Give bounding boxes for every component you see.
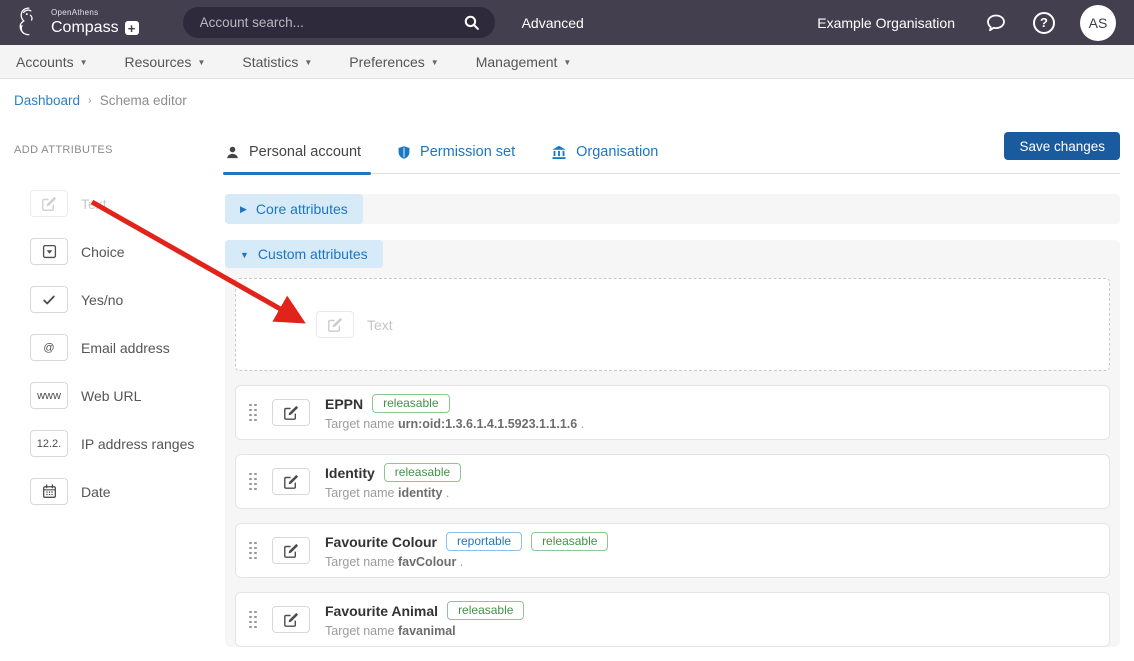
openathens-owl-icon (12, 4, 44, 41)
advanced-search-link[interactable]: Advanced (522, 15, 584, 31)
breadcrumb: Dashboard › Schema editor (0, 79, 1134, 118)
person-icon (225, 145, 240, 160)
collapsed-icon: ▶ (240, 203, 247, 215)
save-changes-button[interactable]: Save changes (1004, 132, 1120, 160)
dragged-attribute-ghost: Text (316, 311, 393, 338)
caret-down-icon: ▼ (563, 56, 571, 67)
account-search (183, 7, 495, 38)
nav-item-preferences[interactable]: Preferences ▼ (349, 54, 438, 70)
nav-item-statistics[interactable]: Statistics ▼ (242, 54, 312, 70)
attribute-title: Favourite Animal (325, 603, 438, 619)
attribute-type-ip-address-ranges[interactable]: 12.2. IP address ranges (30, 430, 225, 457)
edit-icon (283, 543, 299, 559)
custom-attributes-section: ▼ Custom attributes Text (225, 240, 1120, 647)
custom-attributes-toggle[interactable]: ▼ Custom attributes (225, 240, 383, 268)
account-search-input[interactable] (183, 7, 495, 38)
attribute-type-email-address[interactable]: @ Email address (30, 334, 225, 361)
attribute-title: EPPN (325, 396, 363, 412)
attribute-card-identity[interactable]: Identity releasable Target name identity… (235, 454, 1110, 509)
attribute-type-text[interactable]: Text (30, 190, 225, 217)
attribute-card-favourite-colour[interactable]: Favourite Colour reportable releasable Ta… (235, 523, 1110, 578)
type-box-text: 12.2. (37, 438, 61, 450)
edit-icon (283, 474, 299, 490)
main-nav: Accounts ▼ Resources ▼ Statistics ▼ Pref… (0, 45, 1134, 79)
core-attributes-toggle[interactable]: ▶ Core attributes (225, 194, 363, 224)
attribute-dropzone[interactable]: Text (235, 278, 1110, 371)
check-icon (41, 293, 57, 307)
attribute-target-line: Target name urn:oid:1.3.6.1.4.1.5923.1.1… (325, 417, 584, 431)
drag-handle-icon[interactable] (249, 473, 257, 491)
breadcrumb-current: Schema editor (100, 93, 187, 108)
caret-down-icon: ▼ (80, 56, 88, 67)
attribute-type-yes-no[interactable]: Yes/no (30, 286, 225, 313)
badge-reportable: reportable (446, 532, 522, 551)
badge-releasable: releasable (447, 601, 524, 620)
shield-icon (397, 145, 411, 160)
schema-editor-main: Personal account Permission set Organisa… (225, 118, 1134, 661)
attribute-title: Identity (325, 465, 375, 481)
tab-organisation[interactable]: Organisation (551, 144, 658, 173)
caret-down-icon: ▼ (304, 56, 312, 67)
help-icon[interactable]: ? (1033, 12, 1055, 34)
search-icon[interactable] (463, 14, 480, 31)
badge-releasable: releasable (372, 394, 449, 413)
schema-editor-page: { "header": { "brand": { "small": "OpenA… (0, 0, 1134, 638)
edit-icon (283, 405, 299, 421)
drag-handle-icon[interactable] (249, 542, 257, 560)
app-header: OpenAthens Compass + Advanced Example Or… (0, 0, 1134, 45)
brand-small-label: OpenAthens (51, 9, 139, 17)
attribute-type-web-url[interactable]: www Web URL (30, 382, 225, 409)
attribute-title: Favourite Colour (325, 534, 437, 550)
nav-item-management[interactable]: Management ▼ (476, 54, 572, 70)
schema-tabbar: Personal account Permission set Organisa… (225, 130, 1120, 174)
chat-icon[interactable] (984, 11, 1008, 35)
badge-releasable: releasable (531, 532, 608, 551)
sidebar-title: ADD ATTRIBUTES (14, 144, 225, 156)
attribute-card-eppn[interactable]: EPPN releasable Target name urn:oid:1.3.… (235, 385, 1110, 440)
tab-permission-set[interactable]: Permission set (397, 144, 515, 173)
attribute-type-choice[interactable]: Choice (30, 238, 225, 265)
attribute-card-favourite-animal[interactable]: Favourite Animal releasable Target name … (235, 592, 1110, 647)
bank-icon (551, 145, 567, 160)
breadcrumb-separator-icon: › (88, 95, 92, 107)
choice-icon (42, 244, 57, 259)
drag-handle-icon[interactable] (249, 611, 257, 629)
attribute-target-line: Target name favanimal (325, 624, 524, 638)
organisation-name: Example Organisation (817, 15, 955, 31)
expanded-icon: ▼ (240, 249, 249, 260)
attribute-type-date[interactable]: Date (30, 478, 225, 505)
type-box-text: www (37, 390, 61, 402)
badge-releasable: releasable (384, 463, 461, 482)
plus-badge-icon: + (125, 21, 139, 35)
caret-down-icon: ▼ (431, 56, 439, 67)
type-box-text: @ (43, 342, 54, 354)
drag-handle-icon[interactable] (249, 404, 257, 422)
breadcrumb-dashboard-link[interactable]: Dashboard (14, 93, 80, 108)
brand-logo[interactable]: OpenAthens Compass + (12, 4, 139, 41)
nav-item-accounts[interactable]: Accounts ▼ (16, 54, 88, 70)
add-attributes-sidebar: ADD ATTRIBUTES Text Choice Yes/no @ Emai… (0, 118, 225, 526)
attribute-target-line: Target name identity . (325, 486, 461, 500)
attribute-target-line: Target name favColour . (325, 555, 608, 569)
calendar-icon (42, 484, 57, 499)
caret-down-icon: ▼ (197, 56, 205, 67)
edit-icon (41, 196, 57, 212)
user-avatar[interactable]: AS (1080, 5, 1116, 41)
tab-personal-account[interactable]: Personal account (225, 144, 361, 173)
edit-icon (283, 612, 299, 628)
edit-icon (327, 317, 343, 333)
brand-name-label: Compass (51, 20, 119, 36)
core-attributes-row: ▶ Core attributes (225, 194, 1120, 224)
nav-item-resources[interactable]: Resources ▼ (125, 54, 206, 70)
